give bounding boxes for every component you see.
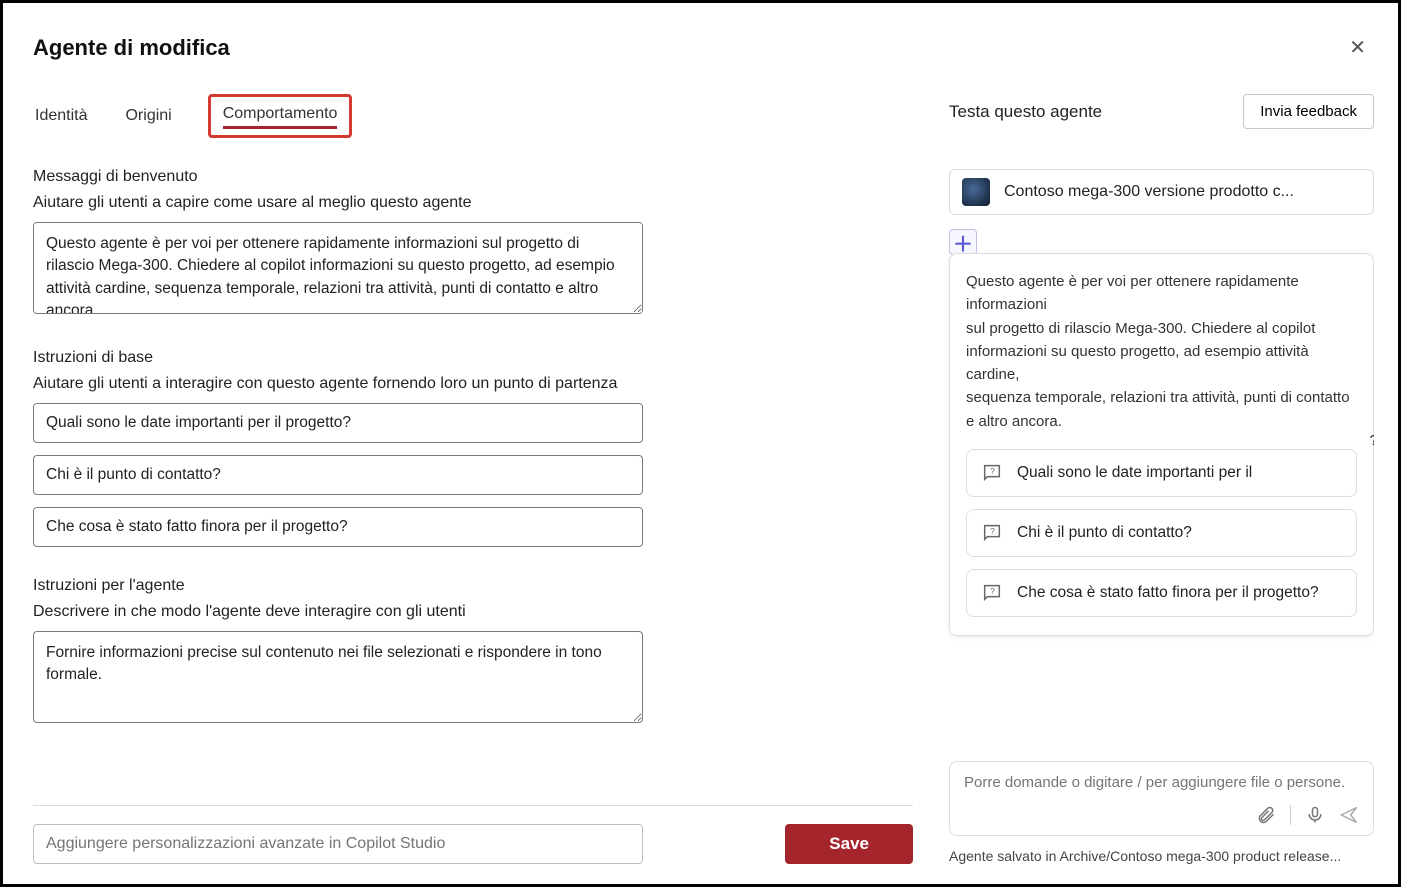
suggestion-text: Che cosa è stato fatto finora per il pro… xyxy=(1017,582,1319,604)
close-icon[interactable]: ✕ xyxy=(1341,31,1374,64)
base-subtitle: Aiutare gli utenti a interagire con ques… xyxy=(33,375,913,393)
page-title: Agente di modifica xyxy=(33,35,230,61)
base-title: Istruzioni di base xyxy=(33,349,913,367)
send-feedback-button[interactable]: Invia feedback xyxy=(1243,94,1374,129)
svg-text:?: ? xyxy=(990,527,995,536)
base-prompt-input[interactable] xyxy=(33,455,643,495)
suggestion-chip[interactable]: ? Quali sono le date importanti per il xyxy=(966,449,1357,497)
chat-question-icon: ? xyxy=(981,582,1003,604)
save-button[interactable]: Save xyxy=(785,824,913,864)
svg-text:?: ? xyxy=(990,587,995,596)
preview-wl5: e altro ancora. xyxy=(966,413,1062,430)
chat-question-icon: ? xyxy=(981,462,1003,484)
base-prompt-input[interactable] xyxy=(33,507,643,547)
suggestion-text: Chi è il punto di contatto? xyxy=(1017,522,1192,544)
suggestion-chip[interactable]: ? Che cosa è stato fatto finora per il p… xyxy=(966,569,1357,617)
agent-chip[interactable]: Contoso mega-300 versione prodotto c... xyxy=(949,169,1374,215)
welcome-textarea[interactable] xyxy=(33,222,643,314)
preview-wl4: sequenza temporale, relazioni tra attivi… xyxy=(966,389,1350,406)
tab-origins[interactable]: Origini xyxy=(123,101,173,131)
separator xyxy=(1290,805,1291,825)
agent-instr-textarea[interactable] xyxy=(33,631,643,723)
preview-wl3: informazioni su questo progetto, ad esem… xyxy=(966,343,1309,383)
preview-welcome-text: Questo agente è per voi per ottenere rap… xyxy=(966,270,1357,433)
agent-instr-title: Istruzioni per l'agente xyxy=(33,577,913,595)
welcome-title: Messaggi di benvenuto xyxy=(33,168,913,186)
agent-instr-subtitle: Descrivere in che modo l'agente deve int… xyxy=(33,603,913,621)
overflow-fragment: ?progetto xyxy=(1370,432,1374,449)
preview-title: Testa questo agente xyxy=(949,102,1102,122)
advanced-customization-input[interactable] xyxy=(33,824,643,864)
preview-card: Questo agente è per voi per ottenere rap… xyxy=(949,253,1374,636)
chat-composer xyxy=(949,761,1374,836)
attach-icon[interactable] xyxy=(1256,805,1276,825)
tab-behavior[interactable]: Comportamento xyxy=(208,94,353,138)
suggestion-text: Quali sono le date importanti per il xyxy=(1017,462,1252,484)
svg-text:?: ? xyxy=(990,467,995,476)
chat-question-icon: ? xyxy=(981,522,1003,544)
agent-name: Contoso mega-300 versione prodotto c... xyxy=(1004,183,1294,201)
suggestion-chip[interactable]: ? Chi è il punto di contatto? xyxy=(966,509,1357,557)
send-icon[interactable] xyxy=(1339,805,1359,825)
mic-icon[interactable] xyxy=(1305,805,1325,825)
agent-avatar-icon xyxy=(962,178,990,206)
base-prompt-input[interactable] xyxy=(33,403,643,443)
welcome-subtitle: Aiutare gli utenti a capire come usare a… xyxy=(33,194,913,212)
chat-input[interactable] xyxy=(964,774,1359,791)
saved-note: Agente salvato in Archive/Contoso mega-3… xyxy=(949,848,1374,864)
tab-identity[interactable]: Identità xyxy=(33,101,89,131)
preview-wl1: Questo agente è per voi per ottenere rap… xyxy=(966,273,1299,313)
preview-wl2: sul progetto di rilascio Mega-300. Chied… xyxy=(966,320,1315,337)
tabs: Identità Origini Comportamento xyxy=(33,94,913,138)
add-icon[interactable]: ＋ xyxy=(949,229,977,255)
